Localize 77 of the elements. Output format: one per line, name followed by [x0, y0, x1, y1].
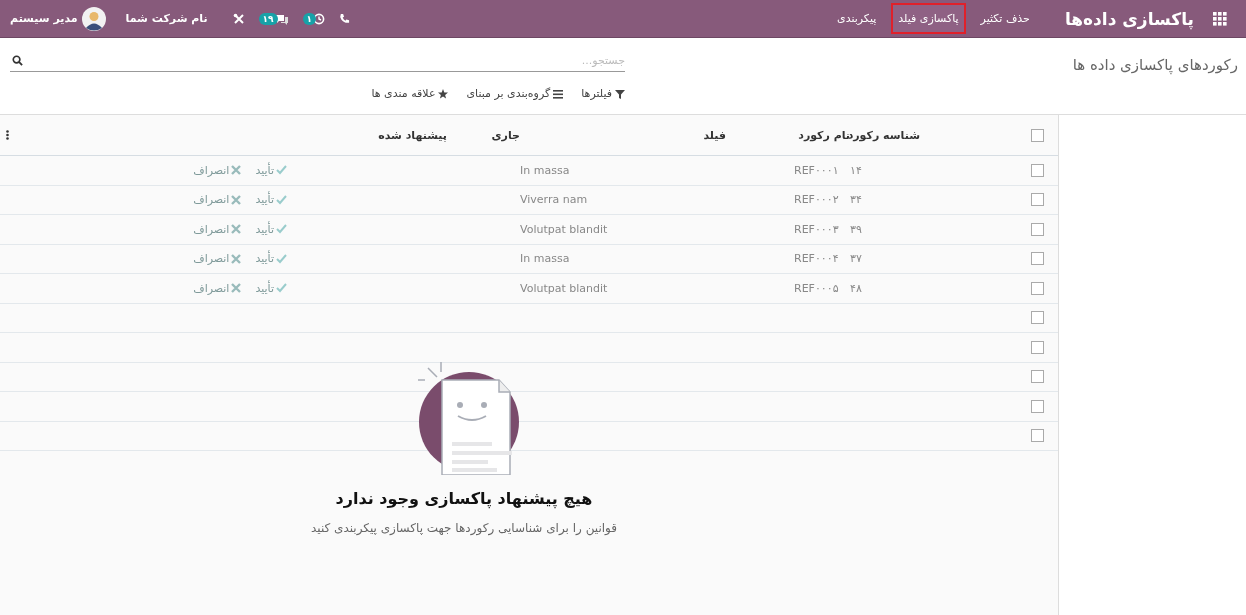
cancel-button[interactable]: انصراف — [193, 222, 242, 236]
table-cell-text: ۳۷ — [850, 252, 863, 266]
checkbox[interactable] — [1031, 370, 1044, 384]
breadcrumb-title: رکوردهای پاکسازی داده ها — [1072, 55, 1238, 76]
column-header[interactable]: پیشنهاد شده — [287, 128, 447, 142]
avatar-icon — [81, 6, 106, 31]
count-badge: ۱ — [302, 12, 317, 25]
filter-menu-button[interactable]: گروه‌بندی بر مبنای — [466, 87, 564, 100]
table-cell-text: Volutpat blandit — [520, 281, 609, 295]
filter-menu-button[interactable]: فیلترها — [581, 87, 625, 100]
confirm-button[interactable]: تأیید — [255, 281, 287, 295]
checkbox[interactable] — [1031, 429, 1044, 443]
empty-state-title: هیچ پیشنهاد پاکسازی وجود ندارد — [335, 489, 593, 508]
table-cell-text: ۴۸ — [850, 281, 863, 295]
check-icon — [276, 253, 287, 264]
confirm-button[interactable]: تأیید — [255, 222, 287, 236]
menu-item[interactable]: پیکربندی — [830, 3, 884, 34]
confirm-button[interactable]: تأیید — [255, 163, 287, 177]
user-menu[interactable]: مدیر سیستم — [10, 6, 106, 31]
table-cell-text: Volutpat blandit — [520, 222, 609, 236]
menu-item[interactable]: حذف تکثیر — [973, 3, 1037, 34]
table-cell-text: ۳۴ — [850, 193, 863, 207]
table-cell-text: In massa — [520, 163, 571, 177]
grid-icon — [1213, 11, 1227, 26]
column-header[interactable]: نام رکورد — [794, 128, 850, 142]
star-icon — [438, 88, 449, 99]
cancel-button[interactable]: انصراف — [193, 252, 242, 266]
search-icon — [12, 55, 23, 66]
check-icon — [276, 194, 287, 205]
close-icon — [231, 165, 242, 176]
activity-button[interactable]: ۱ — [295, 8, 333, 29]
check-icon — [276, 283, 287, 294]
menu-item[interactable]: پاکسازی فیلد — [891, 3, 966, 34]
checkbox[interactable] — [1031, 193, 1044, 207]
checkbox[interactable] — [1031, 163, 1044, 177]
count-badge: ۱۹ — [258, 12, 278, 25]
close-icon — [231, 253, 242, 264]
app-title: پاکسازی داده‌ها — [1064, 8, 1194, 29]
checkbox[interactable] — [1031, 128, 1044, 142]
options-icon — [6, 130, 9, 140]
checkbox[interactable] — [1031, 252, 1044, 266]
checkbox[interactable] — [1031, 222, 1044, 236]
checkbox[interactable] — [1031, 311, 1044, 325]
table-cell-text: Viverra nam — [520, 193, 589, 207]
table-cell-text: REF۰۰۰۴ — [794, 252, 840, 266]
table-cell-text: REF۰۰۰۱ — [794, 163, 840, 177]
cancel-button[interactable]: انصراف — [193, 163, 242, 177]
column-header[interactable]: جاری — [447, 128, 520, 142]
confirm-button[interactable]: تأیید — [255, 252, 287, 266]
column-header[interactable]: شناسه رکورد — [850, 128, 920, 142]
list-icon — [553, 88, 564, 99]
phone-glyph-icon — [339, 13, 351, 24]
table-cell-text: REF۰۰۰۵ — [794, 281, 840, 295]
close-icon — [231, 224, 242, 235]
company-switcher[interactable]: نام شرکت شما — [117, 12, 216, 25]
filter-menu-button[interactable]: علاقه مندی ها — [371, 87, 449, 100]
table-cell-text: In massa — [520, 252, 571, 266]
clock-icon — [313, 12, 326, 25]
checkbox[interactable] — [1031, 340, 1044, 354]
table-cell-text: REF۰۰۰۳ — [794, 222, 840, 236]
check-icon — [276, 165, 287, 176]
cancel-button[interactable]: انصراف — [193, 193, 242, 207]
close-icon — [231, 194, 242, 205]
checkbox[interactable] — [1031, 399, 1044, 413]
cancel-button[interactable]: انصراف — [193, 281, 242, 295]
confirm-button[interactable]: تأیید — [255, 193, 287, 207]
close-icon — [231, 283, 242, 294]
table-cell-text: ۳۹ — [850, 222, 863, 236]
search-field[interactable]: جستجو... — [10, 50, 625, 72]
empty-state-text: قوانین را برای شناسایی رکوردها جهت پاکسازی پیکربندی کنید — [311, 521, 617, 535]
checkbox[interactable] — [1031, 281, 1044, 295]
table-cell-text: ۱۴ — [850, 163, 863, 177]
funnel-icon — [615, 88, 625, 99]
check-icon — [276, 224, 287, 235]
messages-button[interactable]: ۱۹ — [251, 8, 296, 29]
table-cell-text: REF۰۰۰۲ — [794, 193, 840, 207]
column-header[interactable]: فیلد — [520, 128, 794, 142]
